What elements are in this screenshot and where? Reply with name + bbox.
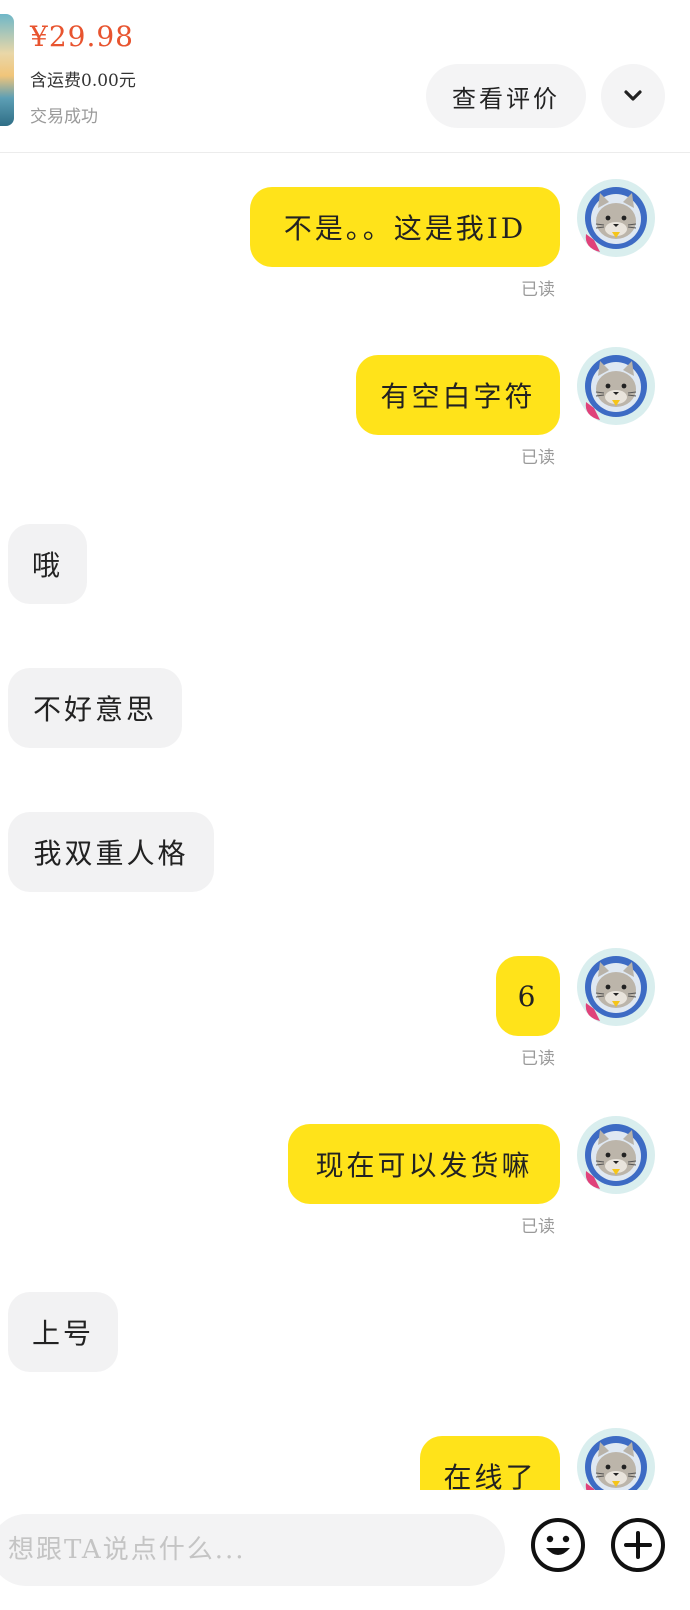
shipping-fee: 含运费0.00元: [30, 71, 136, 91]
message-bubble-received[interactable]: 哦: [8, 524, 87, 604]
message-bubble-received[interactable]: 我双重人格: [8, 812, 214, 892]
view-review-button[interactable]: 查看评价: [426, 64, 586, 128]
message-bubble-received[interactable]: 不好意思: [8, 668, 182, 748]
message-bubble-sent[interactable]: 6: [496, 956, 560, 1036]
chat-message-list[interactable]: 不是。。这是我ID 已读 有空白字符 已读 哦 不好意思 我双重人格 6 已读 …: [0, 153, 690, 1490]
expand-button[interactable]: [601, 64, 665, 128]
order-header: ¥29.98 含运费0.00元 交易成功 查看评价: [0, 0, 690, 153]
read-receipt: 已读: [521, 280, 555, 300]
emoji-button[interactable]: [528, 1515, 588, 1575]
emoji-icon: [531, 1518, 585, 1572]
plus-circle-icon: [611, 1518, 665, 1572]
message-input-bar: [0, 1490, 690, 1610]
read-receipt: 已读: [521, 448, 555, 468]
message-bubble-sent[interactable]: 有空白字符: [356, 355, 560, 435]
chevron-down-icon: [624, 90, 642, 101]
user-avatar[interactable]: [576, 1115, 656, 1195]
read-receipt: 已读: [521, 1217, 555, 1237]
read-receipt: 已读: [521, 1049, 555, 1069]
add-button[interactable]: [608, 1515, 668, 1575]
order-price: ¥29.98: [30, 20, 134, 53]
user-avatar[interactable]: [576, 178, 656, 258]
message-bubble-sent[interactable]: 不是。。这是我ID: [250, 187, 560, 267]
message-bubble-sent[interactable]: 在线了: [420, 1436, 560, 1490]
message-bubble-received[interactable]: 上号: [8, 1292, 118, 1372]
user-avatar[interactable]: [576, 1427, 656, 1490]
message-bubble-sent[interactable]: 现在可以发货嘛: [288, 1124, 560, 1204]
message-input[interactable]: [0, 1514, 505, 1586]
order-status: 交易成功: [30, 107, 98, 127]
user-avatar[interactable]: [576, 947, 656, 1027]
user-avatar[interactable]: [576, 346, 656, 426]
product-thumbnail[interactable]: [0, 14, 14, 126]
